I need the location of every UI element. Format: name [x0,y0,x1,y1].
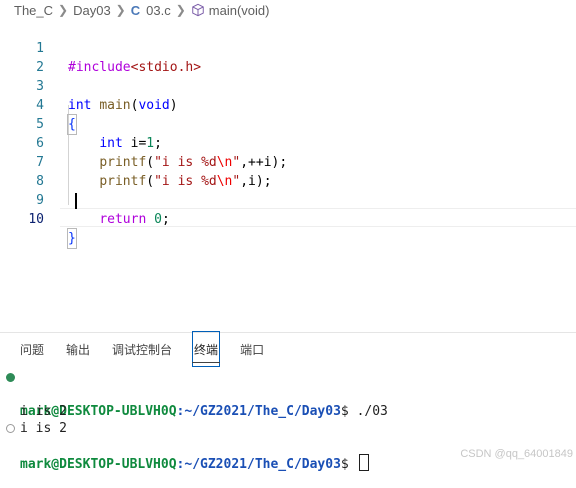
breadcrumb-item-day03[interactable]: Day03 [73,3,111,18]
code-editor[interactable]: 1 #include<stdio.h> 2 3 int main(void) 4… [0,20,576,320]
code-line: 7 printf("i is %d\n",i); [0,134,576,189]
tab-output[interactable]: 输出 [66,333,90,365]
terminal-line: mark@DESKTOP-UBLVH0Q:~/GZ2021/The_C/Day0… [0,420,576,472]
watermark: CSDN @qq_64001849 [460,448,573,460]
panel-tabs: 问题 输出 调试控制台 终端 端口 [0,331,286,367]
bottom-panel: 问题 输出 调试控制台 终端 端口 mark@DESKTOP-UBLVH0Q:~… [0,331,576,472]
line-number: 10 [28,212,44,227]
breadcrumb-item-file[interactable]: 03.c [146,3,171,18]
breadcrumb: The_C ❯ Day03 ❯ C 03.c ❯ main(void) [0,0,576,20]
command-pending-icon[interactable] [6,424,15,433]
c-file-icon: C [130,2,141,18]
tab-ports[interactable]: 端口 [240,333,264,365]
chevron-right-icon: ❯ [58,3,69,17]
code-line: 8 [0,153,576,189]
tab-debug-console[interactable]: 调试控制台 [112,333,172,365]
code-line: 3 int main(void) [0,58,576,113]
terminal-line: mark@DESKTOP-UBLVH0Q:~/GZ2021/The_C/Day0… [0,369,576,419]
tab-problems[interactable]: 问题 [20,333,44,365]
terminal-cursor [358,454,369,471]
breadcrumb-item-the-c[interactable]: The_C [14,3,53,18]
code-line: 9 return 0; [0,172,576,227]
cube-icon [192,3,204,17]
code-line: 6 printf("i is %d\n",++i); [0,115,576,170]
command-success-icon[interactable] [6,373,15,382]
text-cursor [75,193,77,209]
code-text[interactable]: } [67,228,77,249]
breadcrumb-item-symbol[interactable]: main(void) [209,3,270,18]
code-text[interactable]: return 0; [68,210,169,229]
terminal-line: i is 2 [0,403,576,436]
code-line: 4 { [0,77,576,135]
code-line: 1 #include<stdio.h> [0,20,576,75]
chevron-right-icon: ❯ [115,3,126,17]
terminal-line: i is 2 [0,386,576,419]
chevron-right-icon: ❯ [175,3,186,17]
code-line: 5 int i=1; [0,96,576,151]
code-line: 10 } [0,191,576,249]
tab-terminal[interactable]: 终端 [192,331,221,367]
code-line: 2 [0,39,576,75]
